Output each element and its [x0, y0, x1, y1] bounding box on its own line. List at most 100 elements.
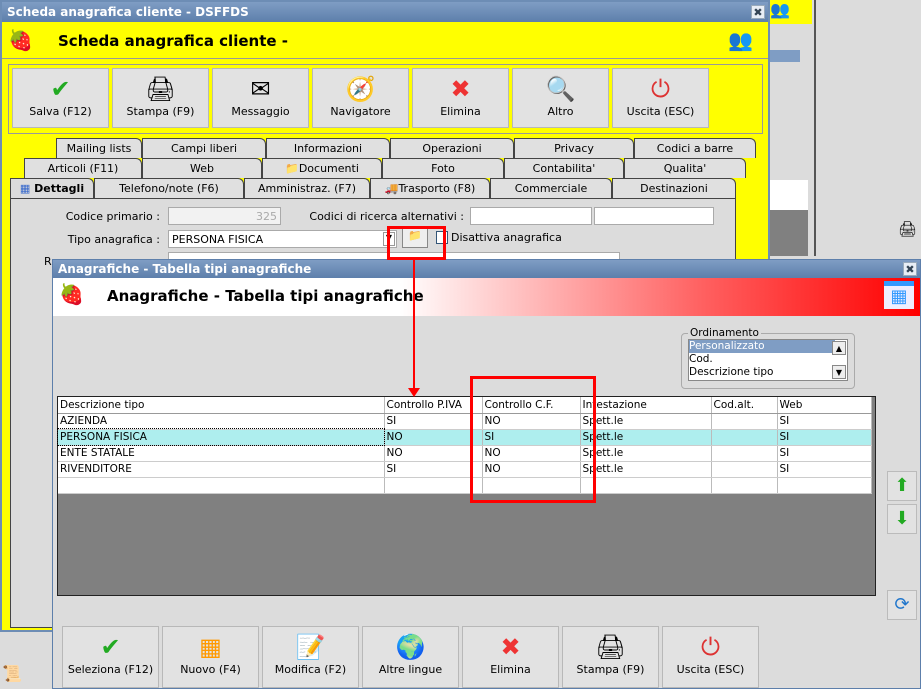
table-cell[interactable] [711, 429, 778, 446]
window-title: Scheda anagrafica cliente - DSFFDS [7, 5, 249, 19]
tab-dettagli[interactable]: ▦ Dettagli (F5) [10, 178, 94, 214]
partial-label: R [44, 255, 52, 268]
tab-informazioni[interactable]: Informazioni [266, 138, 390, 158]
table-row[interactable]: PERSONA FISICA NO SI Spett.le SI [57, 428, 872, 446]
tab-foto[interactable]: Foto [382, 158, 504, 178]
tab-qualita[interactable]: Qualita' [624, 158, 746, 178]
table-cell[interactable]: SI [777, 429, 872, 446]
codice-ricerca-field-2[interactable] [594, 207, 714, 225]
column-header[interactable]: Descrizione tipo [58, 397, 385, 414]
list-item[interactable]: Descrizione tipo [689, 366, 847, 379]
ordinamento-list[interactable]: Personalizzato Cod. Descrizione tipo ▲ ▼ [688, 339, 848, 381]
tab-destinazioni[interactable]: Destinazioni [612, 178, 736, 198]
label: Uscita (ESC) [676, 663, 745, 676]
delete-button[interactable]: ✖ Elimina [412, 68, 509, 128]
calendar-icon: ▦ [19, 182, 31, 195]
tab-contabilita[interactable]: Contabilita' [504, 158, 624, 178]
codice-ricerca-field-1[interactable] [470, 207, 592, 225]
table-cell[interactable]: RIVENDITORE [58, 461, 385, 478]
table-cell[interactable]: Spett.le [580, 461, 712, 478]
close-button[interactable]: ✖ [903, 262, 917, 276]
column-header[interactable]: Cod.alt. [711, 397, 778, 414]
header-title: Anagrafiche - Tabella tipi anagrafiche [107, 287, 424, 305]
tab-web[interactable]: Web [142, 158, 262, 178]
strawberry-icon: 🍓 [8, 28, 33, 52]
refresh-button[interactable]: ⟳ [887, 590, 917, 620]
delete-button[interactable]: ✖ Elimina [462, 626, 559, 688]
window-title-bar[interactable]: Scheda anagrafica cliente - DSFFDS ✖ [2, 2, 768, 22]
table-cell[interactable] [711, 477, 778, 494]
table-cell[interactable]: NO [384, 429, 483, 446]
window-title-bar[interactable]: Anagrafiche - Tabella tipi anagrafiche ✖ [53, 260, 920, 278]
new-button[interactable]: ▦ Nuovo (F4) [162, 626, 259, 688]
table-cell[interactable]: PERSONA FISICA [57, 428, 385, 446]
tab-operazioni[interactable]: Operazioni [390, 138, 514, 158]
table-cell[interactable]: AZIENDA [58, 413, 385, 430]
list-item[interactable]: Personalizzato [689, 340, 835, 353]
table-cell[interactable]: Spett.le [580, 413, 712, 430]
check-icon: ✔ [100, 633, 121, 661]
scroll-icon: 📜 [2, 664, 22, 683]
other-button[interactable]: 🔍 Altro [512, 68, 609, 128]
tab-privacy[interactable]: Privacy [514, 138, 634, 158]
message-button[interactable]: ✉ Messaggio [212, 68, 309, 128]
list-item[interactable]: Cod. [689, 353, 847, 366]
disattiva-label: Disattiva anagrafica [451, 231, 562, 244]
folder-icon: 📁 [285, 162, 299, 175]
tab-trasporto[interactable]: 🚚Trasporto (F8) [370, 178, 490, 198]
empty-row[interactable] [58, 477, 872, 494]
label: Stampa (F9) [576, 663, 645, 676]
print-button[interactable]: 🖨 Stampa (F9) [112, 68, 209, 128]
envelope-icon: ✉ [250, 75, 271, 103]
move-up-button[interactable]: ⬆ [887, 471, 917, 501]
close-button[interactable]: ✖ [751, 5, 765, 19]
tab-campi-liberi[interactable]: Campi liberi [142, 138, 266, 158]
select-button[interactable]: ✔ Seleziona (F12) [62, 626, 159, 688]
table-cell[interactable]: SI [384, 413, 483, 430]
tab-commerciale[interactable]: Commerciale [490, 178, 612, 198]
exit-button[interactable]: ⏻ Uscita (ESC) [662, 626, 759, 688]
table-row[interactable]: AZIENDA SI NO Spett.le SI [58, 413, 872, 430]
table-cell[interactable] [711, 445, 778, 462]
table-cell[interactable]: Spett.le [580, 445, 712, 462]
column-header[interactable]: Controllo P.IVA [384, 397, 483, 414]
table-cell[interactable] [711, 461, 778, 478]
table-cell[interactable] [58, 477, 385, 494]
tab-articoli[interactable]: Articoli (F11) [24, 158, 142, 178]
data-grid: Descrizione tipo Controllo P.IVA Control… [57, 396, 876, 596]
table-cell[interactable]: SI [777, 413, 872, 430]
tab-amministrazione[interactable]: Amministraz. (F7) [244, 178, 370, 198]
table-cell[interactable]: SI [777, 445, 872, 462]
tab-documenti[interactable]: 📁Documenti [262, 158, 382, 178]
tab-mailing-lists[interactable]: Mailing lists [56, 138, 142, 158]
column-header[interactable]: Web [777, 397, 872, 414]
table-cell[interactable] [580, 477, 712, 494]
move-down-button[interactable]: ⬇ [887, 504, 917, 534]
table-cell[interactable]: NO [384, 445, 483, 462]
save-button[interactable]: ✔ Salva (F12) [12, 68, 109, 128]
table-cell[interactable]: Spett.le [580, 429, 712, 446]
languages-button[interactable]: 🌍 Altre lingue [362, 626, 459, 688]
column-header[interactable]: Intestazione [580, 397, 712, 414]
table-cell[interactable]: SI [777, 461, 872, 478]
table-cell[interactable] [711, 413, 778, 430]
edit-button[interactable]: 📝 Modifica (F2) [262, 626, 359, 688]
print-button[interactable]: 🖨 Stampa (F9) [562, 626, 659, 688]
codice-primario-field[interactable]: 325 [168, 207, 281, 225]
tab-telefono-note[interactable]: Telefono/note (F6) [94, 178, 244, 198]
table-cell[interactable] [384, 477, 483, 494]
scroll-up-icon[interactable]: ▲ [832, 341, 846, 355]
exit-button[interactable]: ⏻ Uscita (ESC) [612, 68, 709, 128]
scroll-down-icon[interactable]: ▼ [832, 365, 846, 379]
table-row[interactable]: RIVENDITORE SI NO Spett.le SI [58, 461, 872, 478]
table-cell[interactable]: ENTE STATALE [58, 445, 385, 462]
table-row[interactable]: ENTE STATALE NO NO Spett.le SI [58, 445, 872, 462]
annotation-arrowhead [408, 388, 420, 397]
tab-codici-barre[interactable]: Codici a barre [634, 138, 756, 158]
table-cell[interactable]: SI [384, 461, 483, 478]
navigator-button[interactable]: 🧭 Navigatore [312, 68, 409, 128]
label: Navigatore [330, 105, 391, 118]
table-cell[interactable] [777, 477, 872, 494]
tipo-anagrafica-select[interactable]: PERSONA FISICA ▼ [168, 230, 397, 248]
annotation-arrow [413, 260, 415, 390]
